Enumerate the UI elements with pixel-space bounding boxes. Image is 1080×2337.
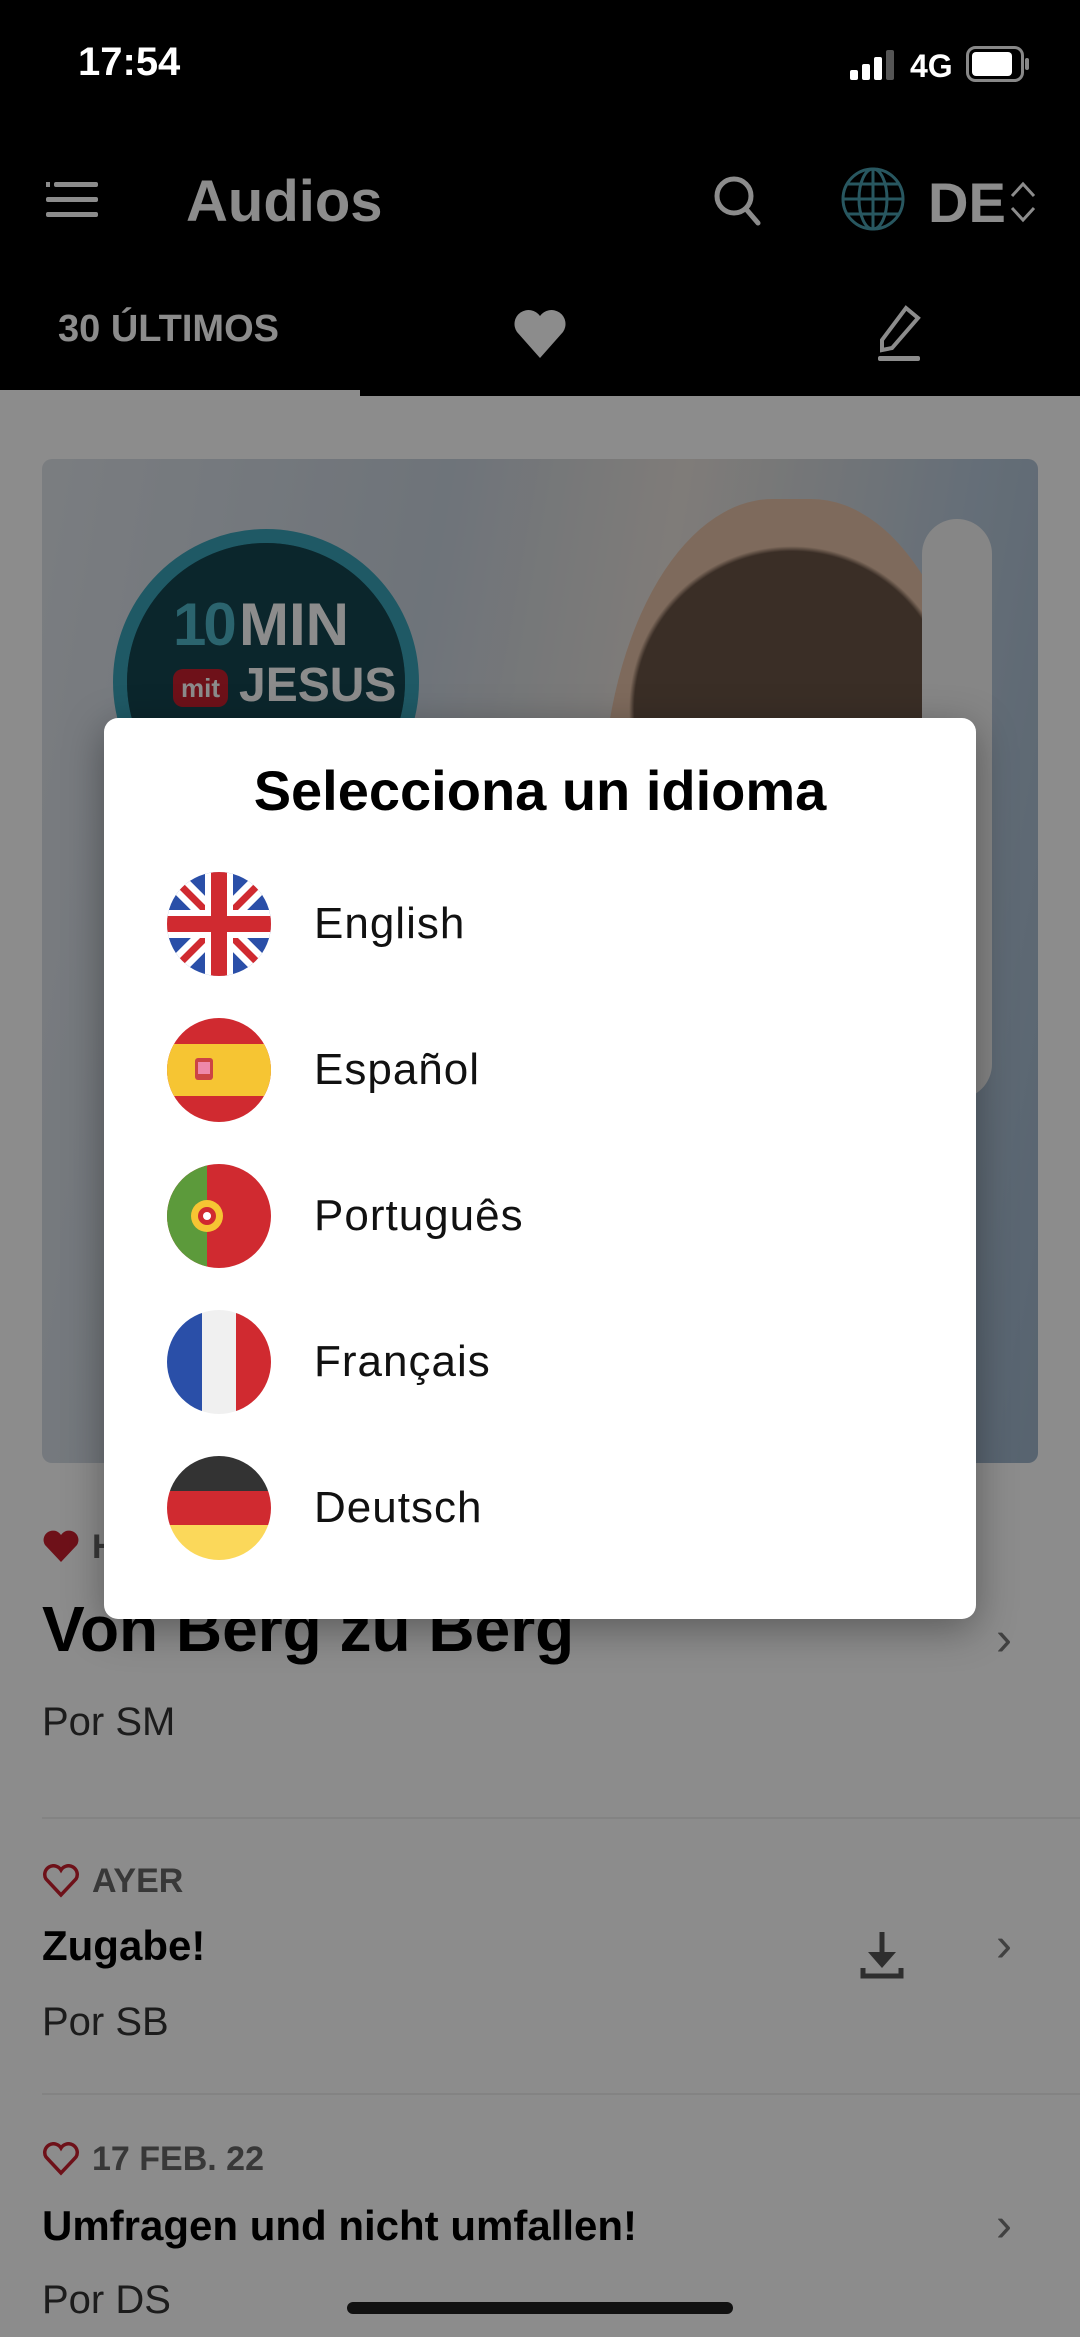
- language-label: English: [314, 899, 466, 948]
- status-bar: 17:54 4G: [0, 0, 1080, 110]
- language-dialog: Selecciona un idioma English Español Por…: [104, 718, 976, 1619]
- dialog-title: Selecciona un idioma: [253, 759, 827, 822]
- language-label: Español: [314, 1045, 481, 1094]
- language-label: Français: [314, 1337, 491, 1386]
- france-flag-icon: [167, 1310, 271, 1414]
- language-label: Deutsch: [314, 1483, 483, 1532]
- signal-icon: [850, 50, 894, 80]
- portugal-flag-icon: [167, 1164, 271, 1268]
- language-option-french[interactable]: Français: [104, 1289, 976, 1435]
- status-time: 17:54: [78, 40, 181, 84]
- language-option-spanish[interactable]: Español: [104, 997, 976, 1143]
- language-option-german[interactable]: Deutsch: [104, 1435, 976, 1581]
- uk-flag-icon: [167, 872, 271, 976]
- network-label: 4G: [910, 48, 953, 84]
- germany-flag-icon: [167, 1456, 271, 1560]
- language-option-english[interactable]: English: [104, 851, 976, 997]
- spain-flag-icon: [167, 1018, 271, 1122]
- language-label: Português: [314, 1191, 524, 1240]
- home-indicator[interactable]: [347, 2302, 733, 2314]
- battery-icon: [966, 46, 1029, 82]
- language-option-portuguese[interactable]: Português: [104, 1143, 976, 1289]
